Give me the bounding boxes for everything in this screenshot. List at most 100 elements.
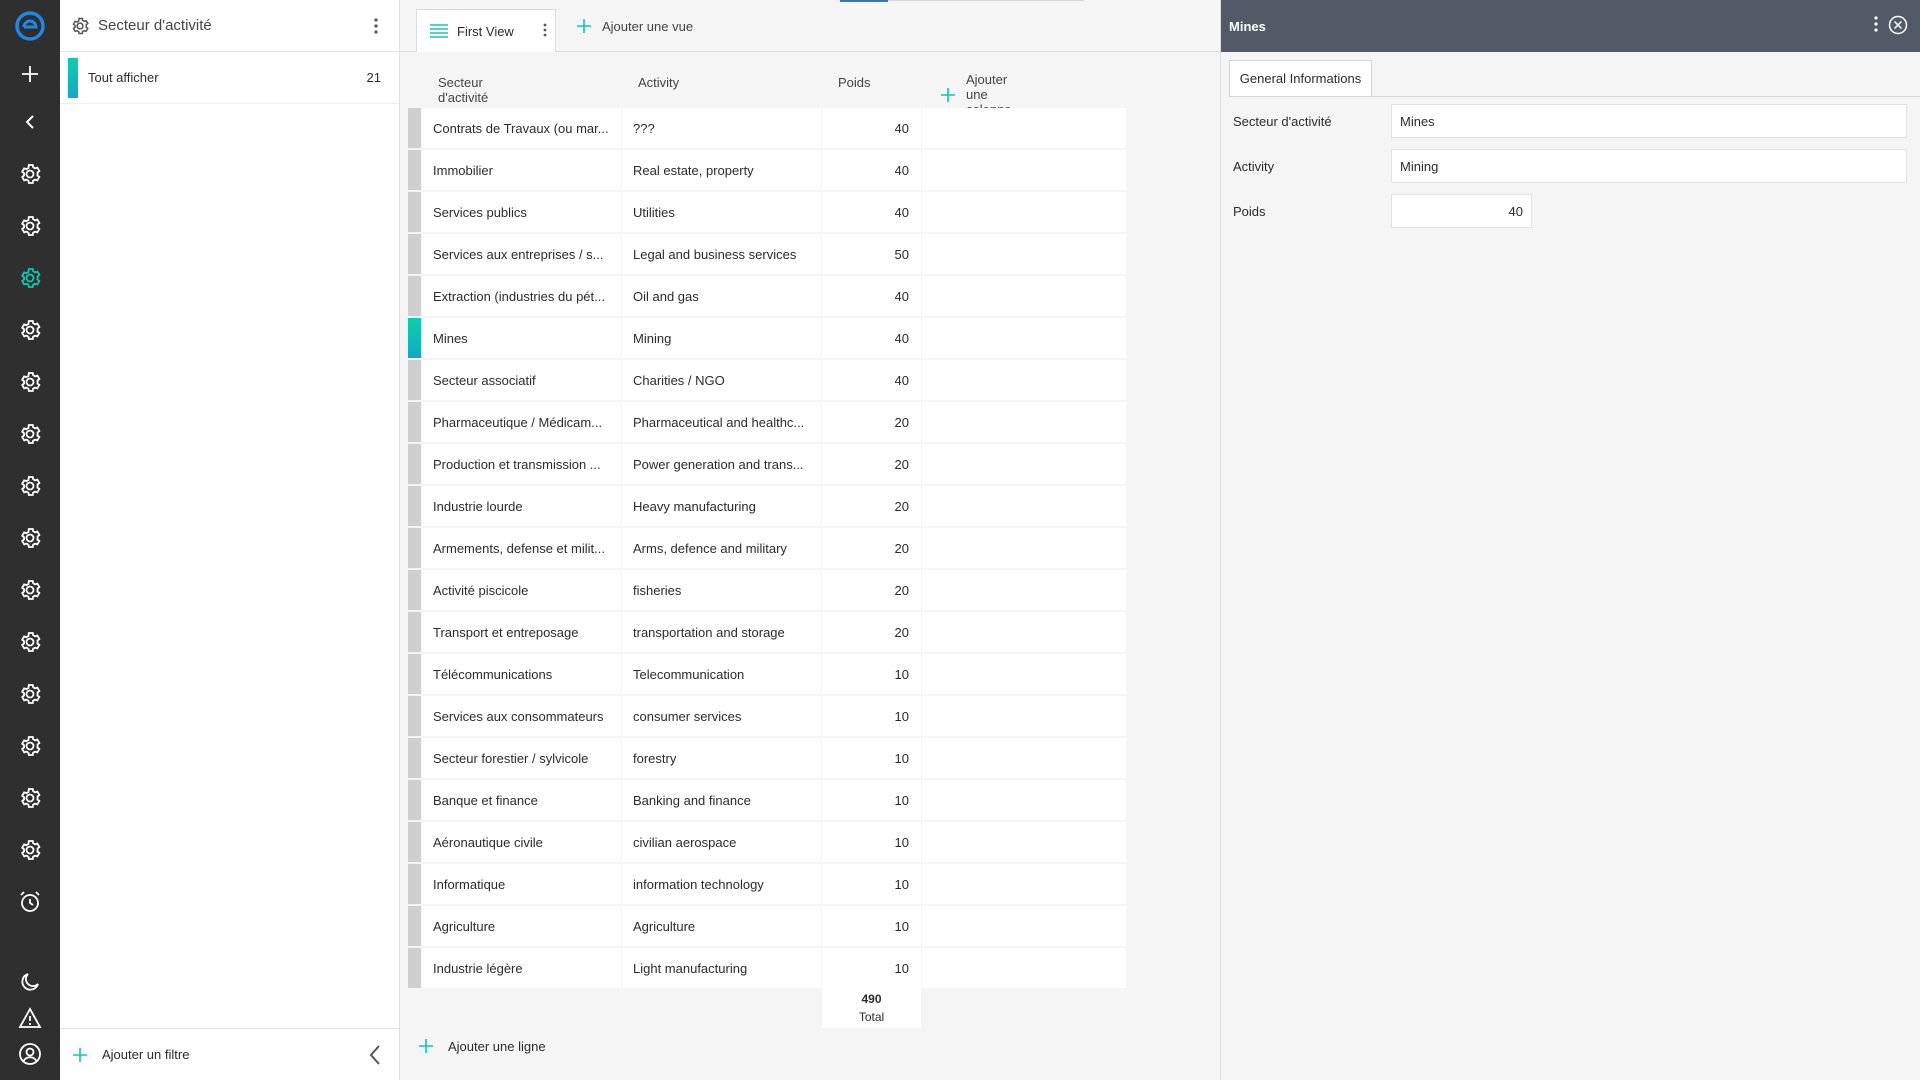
activity-cell[interactable]: consumer services: [622, 696, 821, 736]
activity-cell[interactable]: information technology: [622, 864, 821, 904]
empty-cell[interactable]: [922, 612, 1126, 652]
empty-cell[interactable]: [922, 906, 1126, 946]
empty-cell[interactable]: [922, 402, 1126, 442]
secteur-cell[interactable]: Armements, defense et milit...: [422, 528, 621, 568]
secteur-cell[interactable]: Production et transmission ...: [422, 444, 621, 484]
alarm-icon[interactable]: [0, 880, 60, 924]
collapse-panel-icon[interactable]: [366, 1043, 384, 1067]
secteur-cell[interactable]: Activité piscicole: [422, 570, 621, 610]
activity-cell[interactable]: Power generation and trans...: [622, 444, 821, 484]
activity-cell[interactable]: Legal and business services: [622, 234, 821, 274]
row-marker[interactable]: [408, 192, 421, 232]
gear-icon[interactable]: [0, 256, 60, 300]
user-icon[interactable]: [0, 1032, 60, 1076]
row-marker[interactable]: [408, 444, 421, 484]
gear-icon[interactable]: [0, 620, 60, 664]
poids-cell[interactable]: 10: [822, 864, 921, 904]
table-row[interactable]: Secteur forestier / sylvicole forestry 10: [408, 738, 1126, 778]
table-row[interactable]: Services publics Utilities 40: [408, 192, 1126, 232]
empty-cell[interactable]: [922, 528, 1126, 568]
activity-cell[interactable]: Banking and finance: [622, 780, 821, 820]
table-row[interactable]: Services aux entreprises / s... Legal and…: [408, 234, 1126, 274]
empty-cell[interactable]: [922, 234, 1126, 274]
row-marker[interactable]: [408, 276, 421, 316]
activity-cell[interactable]: Arms, defence and military: [622, 528, 821, 568]
poids-field[interactable]: [1391, 194, 1532, 228]
row-marker[interactable]: [408, 402, 421, 442]
poids-cell[interactable]: 10: [822, 906, 921, 946]
poids-cell[interactable]: 10: [822, 948, 921, 988]
row-marker[interactable]: [408, 696, 421, 736]
activity-cell[interactable]: Utilities: [622, 192, 821, 232]
secteur-cell[interactable]: Aéronautique civile: [422, 822, 621, 862]
activity-cell[interactable]: forestry: [622, 738, 821, 778]
secteur-cell[interactable]: Contrats de Travaux (ou mar...: [422, 108, 621, 148]
plus-icon[interactable]: [0, 52, 60, 96]
table-row[interactable]: Industrie lourde Heavy manufacturing 20: [408, 486, 1126, 526]
empty-cell[interactable]: [922, 486, 1126, 526]
poids-cell[interactable]: 20: [822, 570, 921, 610]
activity-cell[interactable]: Telecommunication: [622, 654, 821, 694]
secteur-cell[interactable]: Pharmaceutique / Médicam...: [422, 402, 621, 442]
activity-cell[interactable]: Pharmaceutical and healthc...: [622, 402, 821, 442]
activity-cell[interactable]: Oil and gas: [622, 276, 821, 316]
filter-menu-icon[interactable]: [366, 16, 386, 36]
table-row[interactable]: Services aux consommateurs consumer servi…: [408, 696, 1126, 736]
empty-cell[interactable]: [922, 192, 1126, 232]
activity-cell[interactable]: Charities / NGO: [622, 360, 821, 400]
chevron-left-icon[interactable]: [0, 100, 60, 144]
poids-cell[interactable]: 50: [822, 234, 921, 274]
row-marker[interactable]: [408, 906, 421, 946]
secteur-cell[interactable]: Extraction (industries du pét...: [422, 276, 621, 316]
tab-menu-icon[interactable]: [543, 23, 547, 37]
logo-icon[interactable]: [0, 4, 60, 48]
table-row[interactable]: Production et transmission ... Power gene…: [408, 444, 1126, 484]
table-row[interactable]: Industrie légère Light manufacturing 10: [408, 948, 1126, 988]
poids-cell[interactable]: 20: [822, 528, 921, 568]
poids-cell[interactable]: 20: [822, 612, 921, 652]
gear-icon[interactable]: [0, 360, 60, 404]
gear-icon[interactable]: [0, 516, 60, 560]
gear-icon[interactable]: [70, 16, 90, 36]
table-row[interactable]: Informatique information technology 10: [408, 864, 1126, 904]
gear-icon[interactable]: [0, 308, 60, 352]
secteur-cell[interactable]: Industrie lourde: [422, 486, 621, 526]
secteur-cell[interactable]: Services publics: [422, 192, 621, 232]
add-view-button[interactable]: Ajouter une vue: [576, 18, 693, 34]
activity-cell[interactable]: fisheries: [622, 570, 821, 610]
activity-field[interactable]: [1391, 149, 1907, 183]
secteur-cell[interactable]: Transport et entreposage: [422, 612, 621, 652]
add-filter-icon[interactable]: [72, 1047, 88, 1063]
secteur-cell[interactable]: Mines: [422, 318, 621, 358]
row-marker[interactable]: [408, 528, 421, 568]
poids-cell[interactable]: 40: [822, 192, 921, 232]
column-header-poids[interactable]: Poids: [838, 75, 871, 90]
secteur-cell[interactable]: Télécommunications: [422, 654, 621, 694]
secteur-cell[interactable]: Secteur forestier / sylvicole: [422, 738, 621, 778]
gear-icon[interactable]: [0, 724, 60, 768]
gear-icon[interactable]: [0, 412, 60, 456]
secteur-cell[interactable]: Services aux consommateurs: [422, 696, 621, 736]
row-marker[interactable]: [408, 738, 421, 778]
poids-cell[interactable]: 10: [822, 654, 921, 694]
poids-cell[interactable]: 40: [822, 150, 921, 190]
empty-cell[interactable]: [922, 444, 1126, 484]
secteur-field[interactable]: [1391, 104, 1907, 138]
activity-cell[interactable]: Heavy manufacturing: [622, 486, 821, 526]
table-row[interactable]: Extraction (industries du pét... Oil and …: [408, 276, 1126, 316]
row-marker[interactable]: [408, 360, 421, 400]
poids-cell[interactable]: 40: [822, 108, 921, 148]
empty-cell[interactable]: [922, 948, 1126, 988]
secteur-cell[interactable]: Immobilier: [422, 150, 621, 190]
gear-icon[interactable]: [0, 672, 60, 716]
secteur-cell[interactable]: Informatique: [422, 864, 621, 904]
activity-cell[interactable]: Light manufacturing: [622, 948, 821, 988]
empty-cell[interactable]: [922, 570, 1126, 610]
row-marker[interactable]: [408, 780, 421, 820]
row-marker[interactable]: [408, 150, 421, 190]
table-row[interactable]: Secteur associatif Charities / NGO 40: [408, 360, 1126, 400]
table-row[interactable]: Armements, defense et milit... Arms, defe…: [408, 528, 1126, 568]
empty-cell[interactable]: [922, 738, 1126, 778]
row-marker[interactable]: [408, 864, 421, 904]
row-marker[interactable]: [408, 654, 421, 694]
